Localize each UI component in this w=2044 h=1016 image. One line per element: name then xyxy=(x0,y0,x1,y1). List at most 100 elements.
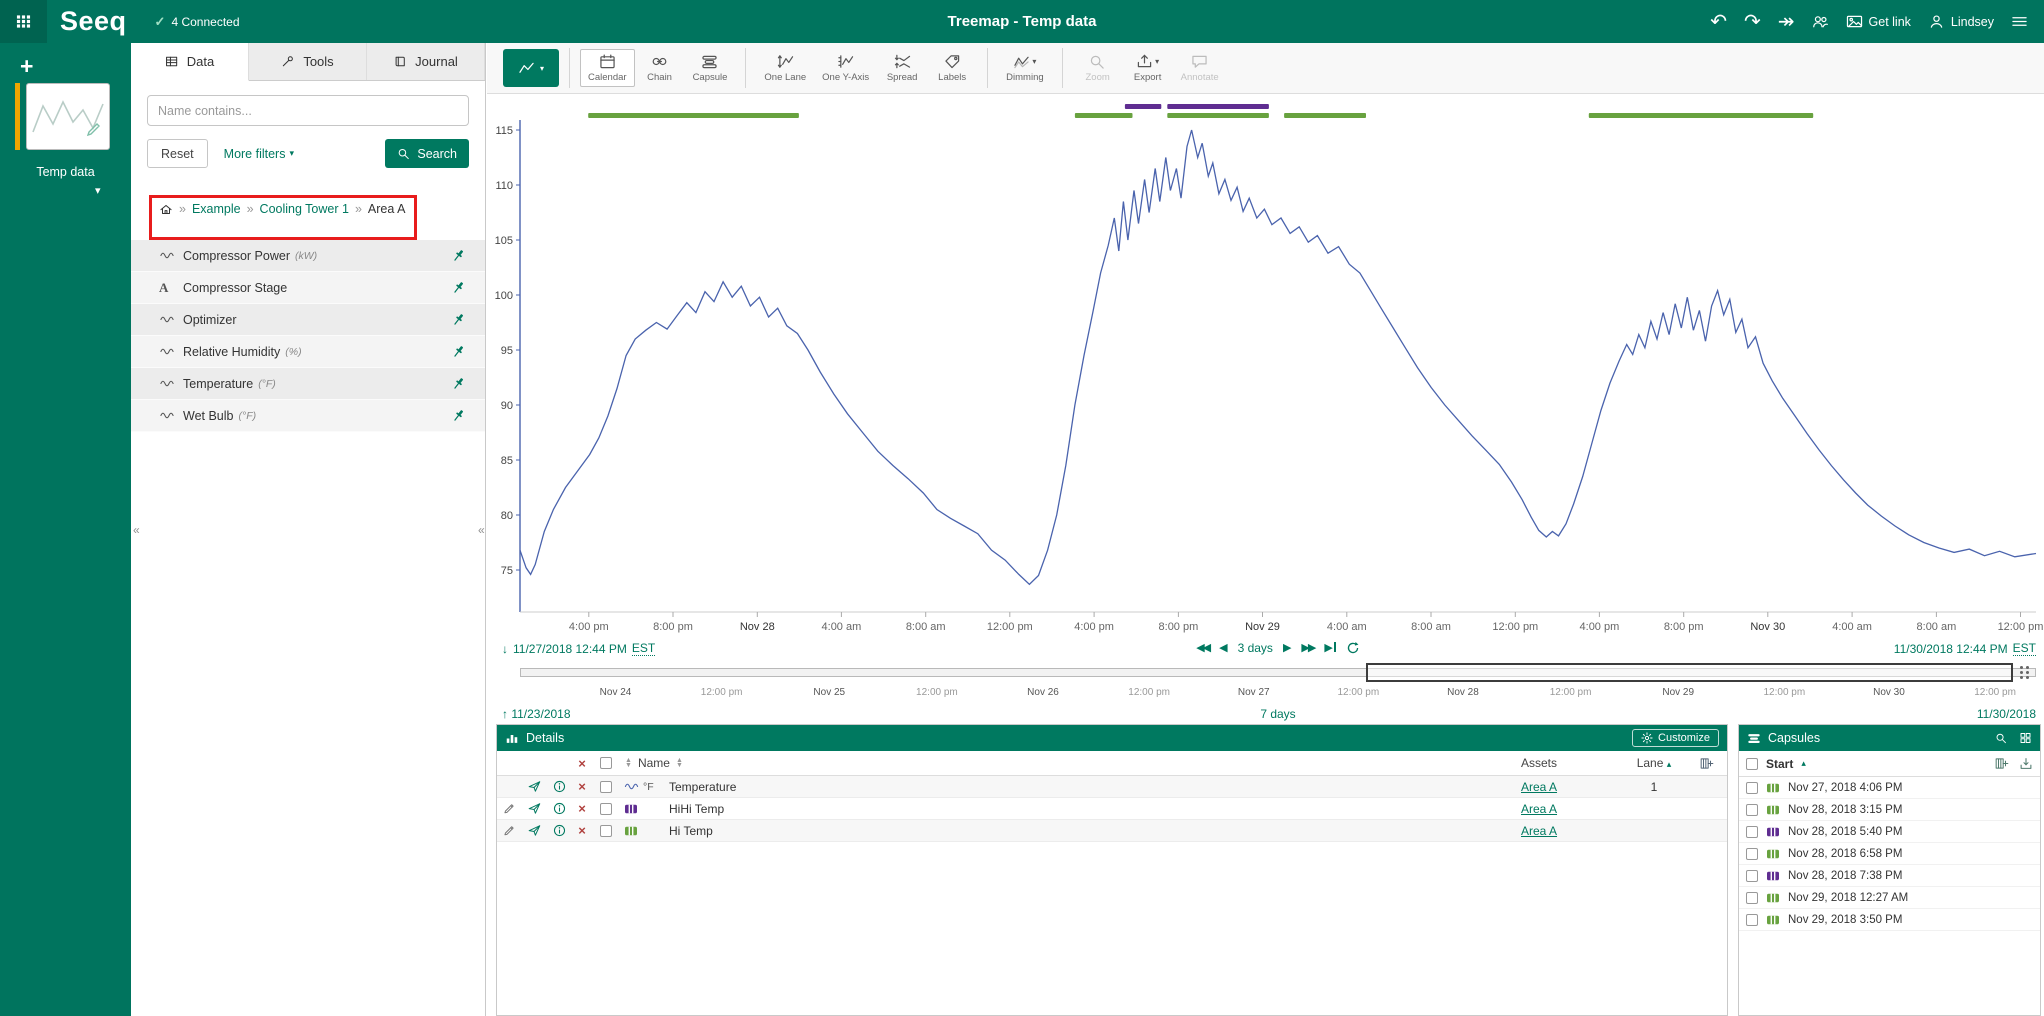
row-checkbox[interactable] xyxy=(600,825,612,837)
tab-journal[interactable]: Journal xyxy=(367,43,485,80)
capsule-indicator-bar[interactable] xyxy=(588,113,799,118)
toolbar-button-dimming[interactable]: ▾Dimming xyxy=(998,49,1051,87)
toolbar-button-export[interactable]: ▾Export xyxy=(1123,49,1173,87)
search-button[interactable]: Search xyxy=(385,139,469,168)
range-start-arrow-icon[interactable]: ↓ xyxy=(502,642,508,656)
search-input[interactable] xyxy=(147,95,469,126)
add-column-icon[interactable] xyxy=(1995,757,2009,770)
pin-icon[interactable] xyxy=(450,408,467,423)
breadcrumb-example[interactable]: Example xyxy=(192,202,241,216)
capsule-indicator-bar[interactable] xyxy=(1075,113,1133,118)
remove-icon[interactable]: × xyxy=(571,779,593,794)
capsule-indicator-bar[interactable] xyxy=(1167,104,1269,109)
auto-update-refresh-icon[interactable] xyxy=(1346,641,1360,655)
details-row-hihi-temp[interactable]: ×HiHi TempArea A xyxy=(497,798,1727,820)
step-back-half-button[interactable]: ◀ xyxy=(1219,643,1227,654)
asset-list-item-temperature[interactable]: Temperature(°F) xyxy=(131,368,485,400)
row-checkbox[interactable] xyxy=(1746,782,1758,794)
capsule-indicator-bar[interactable] xyxy=(1167,113,1269,118)
get-link-button[interactable]: Get link xyxy=(1846,14,1911,29)
customize-button[interactable]: Customize xyxy=(1632,729,1719,747)
pin-icon[interactable] xyxy=(450,248,467,263)
sort-icon[interactable]: ▲▼ xyxy=(625,758,632,768)
row-checkbox[interactable] xyxy=(600,803,612,815)
select-all-checkbox[interactable] xyxy=(1746,758,1758,770)
range-duration-label[interactable]: 3 days xyxy=(1238,641,1273,655)
row-checkbox[interactable] xyxy=(1746,804,1758,816)
asset-list-item-optimizer[interactable]: Optimizer xyxy=(131,304,485,336)
asset-link[interactable]: Area A xyxy=(1521,780,1557,794)
toolbar-button-zoom[interactable]: Zoom xyxy=(1073,49,1123,87)
collapse-data-panel-button[interactable]: « xyxy=(478,523,485,537)
undo-icon[interactable]: ↶ xyxy=(1710,12,1727,32)
apps-grid-button[interactable] xyxy=(0,0,47,43)
details-row-temperature[interactable]: ×°FTemperatureArea A1 xyxy=(497,776,1727,798)
collapse-worksheet-panel-button[interactable]: « xyxy=(133,523,140,537)
remove-all-icon[interactable]: × xyxy=(571,756,593,771)
capsule-row[interactable]: Nov 28, 2018 3:15 PM xyxy=(1739,799,2040,821)
capsule-row[interactable]: Nov 29, 2018 3:50 PM xyxy=(1739,909,2040,931)
column-header-lane[interactable]: Lane ▴ xyxy=(1621,756,1687,770)
asset-list-item-compressor-power[interactable]: Compressor Power(kW) xyxy=(131,240,485,272)
step-back-full-button[interactable]: ◀◀ xyxy=(1196,643,1209,654)
display-range-selector[interactable] xyxy=(1366,663,2013,682)
asset-link[interactable]: Area A xyxy=(1521,824,1557,838)
toolbar-button-chain[interactable]: Chain xyxy=(635,49,685,87)
sort-icon[interactable]: ▲▼ xyxy=(676,758,683,768)
toolbar-button-spread[interactable]: Spread xyxy=(877,49,927,87)
tab-data[interactable]: Data xyxy=(131,43,249,81)
toolbar-button-calendar[interactable]: Calendar xyxy=(580,49,635,87)
column-header-assets[interactable]: Assets xyxy=(1521,756,1621,770)
users-icon[interactable] xyxy=(1812,14,1829,29)
capsule-row[interactable]: Nov 28, 2018 5:40 PM xyxy=(1739,821,2040,843)
breadcrumb-cooling-tower-1[interactable]: Cooling Tower 1 xyxy=(260,202,349,216)
send-to-trend-icon[interactable] xyxy=(528,802,542,815)
select-all-checkbox[interactable] xyxy=(600,757,612,769)
investigate-range-end[interactable]: 11/30/2018 xyxy=(1977,707,2036,721)
pin-icon[interactable] xyxy=(450,280,467,295)
export-tray-icon[interactable] xyxy=(2019,757,2033,770)
capsule-indicator-bar[interactable] xyxy=(1125,104,1161,109)
range-selector-drag-handle[interactable] xyxy=(2018,664,2032,681)
capsule-row[interactable]: Nov 29, 2018 12:27 AM xyxy=(1739,887,2040,909)
remove-icon[interactable]: × xyxy=(571,801,593,816)
add-column-icon[interactable] xyxy=(1687,757,1727,770)
asset-list-item-compressor-stage[interactable]: ACompressor Stage xyxy=(131,272,485,304)
info-icon[interactable] xyxy=(553,780,566,793)
hamburger-menu-icon[interactable] xyxy=(2011,14,2028,29)
edit-pencil-icon[interactable] xyxy=(503,802,517,815)
toolbar-button-labels[interactable]: Labels xyxy=(927,49,977,87)
edit-pencil-icon[interactable] xyxy=(503,824,517,837)
capsule-indicator-bar[interactable] xyxy=(1284,113,1366,118)
capsule-row[interactable]: Nov 28, 2018 6:58 PM xyxy=(1739,843,2040,865)
column-header-name[interactable]: Name xyxy=(638,756,670,770)
capsule-row[interactable]: Nov 28, 2018 7:38 PM xyxy=(1739,865,2040,887)
display-range-end[interactable]: 11/30/2018 12:44 PM xyxy=(1894,642,2008,656)
pin-icon[interactable] xyxy=(450,376,467,391)
user-menu[interactable]: Lindsey xyxy=(1928,14,1994,29)
row-checkbox[interactable] xyxy=(1746,914,1758,926)
toolbar-button-one-lane[interactable]: One Lane xyxy=(756,49,814,87)
row-checkbox[interactable] xyxy=(600,781,612,793)
details-row-hi-temp[interactable]: ×Hi TempArea A xyxy=(497,820,1727,842)
step-forward-half-button[interactable]: ▶ xyxy=(1283,643,1291,654)
grid-icon[interactable] xyxy=(2019,732,2032,744)
row-checkbox[interactable] xyxy=(1746,848,1758,860)
investigate-range-duration[interactable]: 7 days xyxy=(520,707,2036,721)
capsule-indicator-bar[interactable] xyxy=(1589,113,1813,118)
reset-button[interactable]: Reset xyxy=(147,139,208,168)
step-forward-full-button[interactable]: ▶▶ xyxy=(1301,643,1314,654)
column-header-start[interactable]: Start xyxy=(1766,757,1793,771)
tab-tools[interactable]: Tools xyxy=(249,43,367,80)
worksheet-menu-chevron-down-icon[interactable]: ▾ xyxy=(95,184,101,197)
toolbar-button-one-y-axis[interactable]: One Y-Axis xyxy=(814,49,877,87)
row-checkbox[interactable] xyxy=(1746,892,1758,904)
redo-icon[interactable]: ↷ xyxy=(1744,12,1761,32)
home-icon[interactable] xyxy=(159,203,173,216)
pin-icon[interactable] xyxy=(450,312,467,327)
send-to-trend-icon[interactable] xyxy=(528,824,542,837)
asset-list-item-wet-bulb[interactable]: Wet Bulb(°F) xyxy=(131,400,485,432)
range-start-arrow-icon[interactable]: ↑ xyxy=(502,707,508,721)
row-checkbox[interactable] xyxy=(1746,870,1758,882)
send-to-trend-icon[interactable] xyxy=(528,780,542,793)
